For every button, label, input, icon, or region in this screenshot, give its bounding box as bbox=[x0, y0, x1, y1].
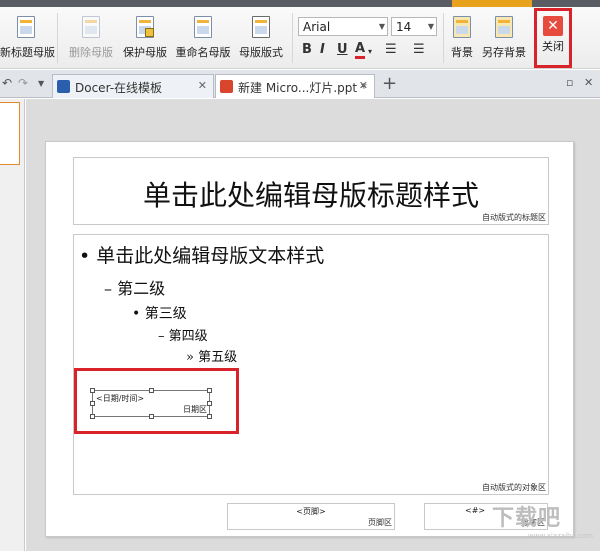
body-level-5: » 第五级 bbox=[186, 350, 238, 365]
title-area-label: 自动版式的标题区 bbox=[482, 213, 546, 222]
ribbon-toolbar: 新标题母版 删除母版 保护母版 重命名母版 母版版式 Arial ▼ 14 ▼ … bbox=[0, 7, 600, 69]
chevron-down-icon: ▼ bbox=[427, 22, 434, 31]
master-slide[interactable]: 单击此处编辑母版标题样式 自动版式的标题区 • 单击此处编辑母版文本样式 – 第… bbox=[45, 141, 574, 537]
forward-arrow-icon[interactable]: ↷ bbox=[18, 76, 28, 90]
new-title-master-button[interactable]: 新标题母版 bbox=[0, 9, 55, 65]
ppt-icon bbox=[220, 80, 233, 93]
rename-master-button[interactable]: 重命名母版 bbox=[173, 9, 233, 65]
bullet-list-icon[interactable]: ☰ bbox=[385, 42, 397, 57]
background-button[interactable]: 背景 bbox=[447, 9, 477, 65]
underline-button[interactable]: U bbox=[337, 42, 348, 57]
close-master-view-button[interactable]: ✕ 关闭 bbox=[534, 8, 572, 68]
close-icon[interactable]: ✕ bbox=[198, 79, 207, 92]
footer-placeholder[interactable]: <页脚> 页脚区 bbox=[227, 503, 395, 530]
docer-icon bbox=[57, 80, 70, 93]
body-level-4: – 第四级 bbox=[158, 329, 208, 344]
bold-button[interactable]: B bbox=[302, 42, 312, 57]
save-background-button[interactable]: 另存背景 bbox=[480, 9, 528, 65]
restore-icon[interactable]: ▫ bbox=[566, 76, 573, 89]
master-layout-icon bbox=[249, 15, 273, 41]
numbered-list-icon[interactable]: ☰ bbox=[413, 42, 425, 57]
footer-area-label: 页脚区 bbox=[368, 518, 392, 527]
title-placeholder[interactable]: 单击此处编辑母版标题样式 自动版式的标题区 bbox=[73, 157, 549, 225]
master-title-text: 单击此处编辑母版标题样式 bbox=[142, 179, 479, 212]
close-icon[interactable]: ✕ bbox=[359, 79, 368, 92]
protect-master-button[interactable]: 保护母版 bbox=[120, 9, 170, 65]
italic-button[interactable]: I bbox=[320, 42, 325, 57]
body-placeholder[interactable]: • 单击此处编辑母版文本样式 – 第二级 • 第三级 – 第四级 » 第五级 自… bbox=[73, 234, 549, 495]
footer-placeholder-text: <页脚> bbox=[296, 507, 326, 516]
ribbon-separator bbox=[292, 13, 293, 63]
slide-editing-canvas: 单击此处编辑母版标题样式 自动版式的标题区 • 单击此处编辑母版文本样式 – 第… bbox=[26, 99, 600, 551]
new-tab-icon[interactable]: + bbox=[382, 73, 397, 94]
tab-list-dropdown-icon[interactable]: ▼ bbox=[38, 79, 44, 88]
tab-ppt-document[interactable]: 新建 Micro...灯片.ppt * ✕ bbox=[215, 74, 375, 98]
font-size-select[interactable]: 14 ▼ bbox=[391, 17, 437, 36]
master-layout-button[interactable]: 母版版式 bbox=[236, 9, 286, 65]
ribbon-separator bbox=[443, 13, 444, 63]
tab-docer-templates[interactable]: Docer-在线模板 ✕ bbox=[52, 74, 214, 98]
ribbon-separator bbox=[57, 13, 58, 63]
date-placeholder-highlight bbox=[74, 368, 239, 434]
font-name-select[interactable]: Arial ▼ bbox=[298, 17, 388, 36]
slide-thumbnail-pane bbox=[0, 99, 25, 551]
delete-master-button[interactable]: 删除母版 bbox=[66, 9, 116, 65]
back-arrow-icon[interactable]: ↶ bbox=[2, 76, 12, 90]
watermark-logo: 下载吧 www.xiazaiba.com bbox=[492, 506, 593, 540]
slide-thumbnail[interactable] bbox=[0, 102, 20, 165]
save-background-icon bbox=[492, 15, 516, 41]
background-icon bbox=[450, 15, 474, 41]
menu-strip bbox=[0, 0, 600, 7]
new-title-master-icon bbox=[14, 15, 38, 41]
font-color-button[interactable]: A bbox=[355, 42, 366, 59]
chevron-down-icon: ▼ bbox=[378, 22, 385, 31]
slide-number-placeholder-text: <#> bbox=[465, 506, 486, 515]
close-icon: ✕ bbox=[543, 16, 563, 36]
body-level-3: • 第三级 bbox=[132, 306, 187, 322]
delete-master-icon bbox=[79, 15, 103, 41]
rename-master-icon bbox=[191, 15, 215, 41]
body-level-1: • 单击此处编辑母版文本样式 bbox=[79, 245, 325, 267]
close-icon[interactable]: ✕ bbox=[584, 76, 593, 89]
protect-master-icon bbox=[133, 15, 157, 41]
menu-tab-slide-master[interactable] bbox=[452, 0, 532, 7]
object-area-label: 自动版式的对象区 bbox=[482, 483, 546, 492]
document-tab-bar: ↶ ↷ ▼ Docer-在线模板 ✕ 新建 Micro...灯片.ppt * ✕… bbox=[0, 70, 600, 98]
body-level-2: – 第二级 bbox=[104, 279, 166, 298]
chevron-down-icon[interactable]: ▾ bbox=[368, 47, 372, 56]
